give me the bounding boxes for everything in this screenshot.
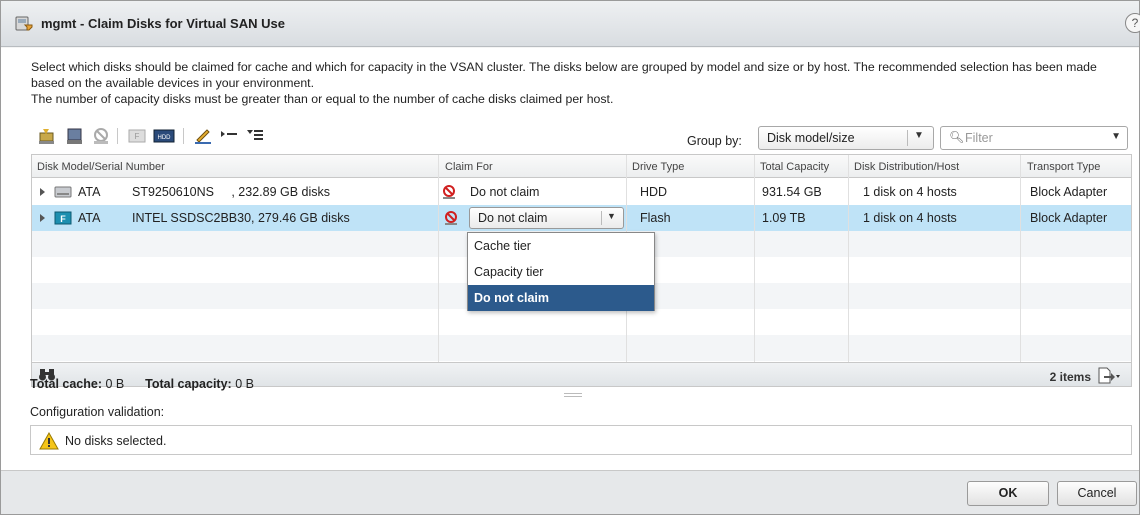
filter-placeholder: Filter	[965, 131, 993, 145]
warning-icon	[39, 432, 59, 450]
claim-for-value: Do not claim	[478, 211, 548, 225]
chevron-down-icon[interactable]: ▼	[607, 211, 616, 221]
group-by-value: Disk model/size	[767, 131, 855, 145]
instruction-line-1: Select which disks should be claimed for…	[31, 60, 1097, 90]
claim-cache-icon[interactable]	[37, 126, 57, 146]
column-header-disk-model[interactable]: Disk Model/Serial Number	[37, 161, 165, 173]
instructions: Select which disks should be claimed for…	[31, 59, 1111, 107]
instruction-line-2: The number of capacity disks must be gre…	[31, 92, 614, 106]
disk-vendor: ATA	[78, 211, 101, 225]
do-not-claim-icon	[445, 211, 457, 225]
option-capacity-tier[interactable]: Capacity tier	[468, 259, 654, 285]
flash-marker-icon[interactable]: F	[127, 126, 147, 146]
group-by-label: Group by:	[687, 134, 742, 148]
column-divider	[848, 155, 849, 386]
item-count: 2 items	[1049, 370, 1091, 384]
filter-input[interactable]: 🔍︎ Filter ▼	[940, 126, 1128, 150]
svg-text:F: F	[60, 214, 66, 224]
expand-row-icon[interactable]	[40, 214, 45, 222]
validation-box: No disks selected.	[30, 425, 1132, 455]
claim-for-value[interactable]: Do not claim	[470, 185, 539, 199]
total-capacity-label: Total capacity:	[145, 377, 232, 391]
dialog-footer: OK Cancel	[1, 470, 1139, 514]
help-button[interactable]: ?	[1125, 13, 1140, 33]
total-cache-label: Total cache:	[30, 377, 103, 391]
total-cache-value: 0 B	[105, 377, 125, 391]
svg-text:HDD: HDD	[158, 135, 172, 141]
toolbar-separator	[183, 128, 184, 144]
column-divider	[438, 155, 439, 386]
hdd-disk-icon	[54, 186, 72, 198]
drive-type: Flash	[640, 211, 671, 225]
column-divider	[754, 155, 755, 386]
claim-for-dropdown: Cache tier Capacity tier Do not claim	[467, 232, 655, 311]
transport-type: Block Adapter	[1030, 211, 1108, 225]
vsan-disk-claim-icon	[15, 16, 33, 31]
select-divider	[907, 130, 908, 146]
title-bar: mgmt - Claim Disks for Virtual SAN Use ?	[1, 1, 1140, 47]
dialog-title: mgmt - Claim Disks for Virtual SAN Use	[41, 16, 285, 31]
configuration-validation-label: Configuration validation:	[30, 405, 165, 419]
disk-model: INTEL SSDSC2BB30, 279.46 GB disks	[132, 211, 350, 225]
expand-all-icon[interactable]	[219, 126, 239, 146]
empty-row	[32, 335, 1131, 361]
resize-handle[interactable]	[564, 393, 582, 397]
empty-row	[32, 309, 1131, 335]
total-capacity-value: 0 B	[235, 377, 254, 391]
table-row-selected[interactable]: F ATA INTEL SSDSC2BB30, 279.46 GB disks …	[32, 205, 1131, 231]
transport-type: Block Adapter	[1030, 185, 1108, 199]
column-divider	[1020, 155, 1021, 386]
disk-distribution: 1 disk on 4 hosts	[863, 185, 957, 199]
do-not-claim-icon	[443, 185, 455, 199]
total-capacity: 1.09 TB	[762, 211, 806, 225]
group-by-select[interactable]: Disk model/size ▼	[758, 126, 934, 150]
column-header-claim-for[interactable]: Claim For	[445, 161, 493, 173]
table-row[interactable]: ATA ST9250610NS , 232.89 GB disks Do not…	[32, 179, 1131, 205]
search-icon: 🔍︎	[949, 130, 965, 144]
disk-model: ST9250610NS , 232.89 GB disks	[132, 185, 331, 199]
flash-disk-icon: F	[54, 211, 72, 225]
chevron-down-icon: ▼	[914, 130, 924, 141]
do-not-claim-icon[interactable]	[91, 126, 111, 146]
edit-icon[interactable]	[193, 126, 213, 146]
column-header-drive-type[interactable]: Drive Type	[632, 161, 684, 173]
hdd-marker-icon[interactable]: HDD	[153, 126, 175, 146]
claim-disks-dialog: mgmt - Claim Disks for Virtual SAN Use ?…	[0, 0, 1140, 515]
total-capacity: 931.54 GB	[762, 185, 822, 199]
option-do-not-claim[interactable]: Do not claim	[468, 285, 654, 311]
disk-vendor: ATA	[78, 185, 101, 199]
chevron-down-icon[interactable]: ▼	[1111, 131, 1121, 142]
dialog-content: Select which disks should be claimed for…	[1, 48, 1139, 470]
expand-row-icon[interactable]	[40, 188, 45, 196]
totals: Total cache: 0 B Total capacity: 0 B	[30, 377, 254, 391]
claim-for-select[interactable]: Do not claim ▼	[469, 207, 624, 229]
column-header-disk-distribution[interactable]: Disk Distribution/Host	[854, 161, 959, 173]
column-header-total-capacity[interactable]: Total Capacity	[760, 161, 829, 173]
option-cache-tier[interactable]: Cache tier	[468, 233, 654, 259]
drive-type: HDD	[640, 185, 668, 199]
validation-message: No disks selected.	[65, 434, 167, 448]
column-header-transport-type[interactable]: Transport Type	[1027, 161, 1100, 173]
table-header: Disk Model/Serial Number Claim For Drive…	[32, 155, 1131, 178]
export-icon[interactable]	[1097, 367, 1121, 385]
disk-distribution: 1 disk on 4 hosts	[863, 211, 957, 225]
toolbar-separator	[117, 128, 118, 144]
ok-button[interactable]: OK	[967, 481, 1049, 506]
select-divider	[601, 211, 602, 225]
cancel-button[interactable]: Cancel	[1057, 481, 1137, 506]
collapse-all-icon[interactable]	[245, 126, 265, 146]
claim-capacity-icon[interactable]	[65, 126, 85, 146]
svg-text:F: F	[135, 132, 140, 141]
